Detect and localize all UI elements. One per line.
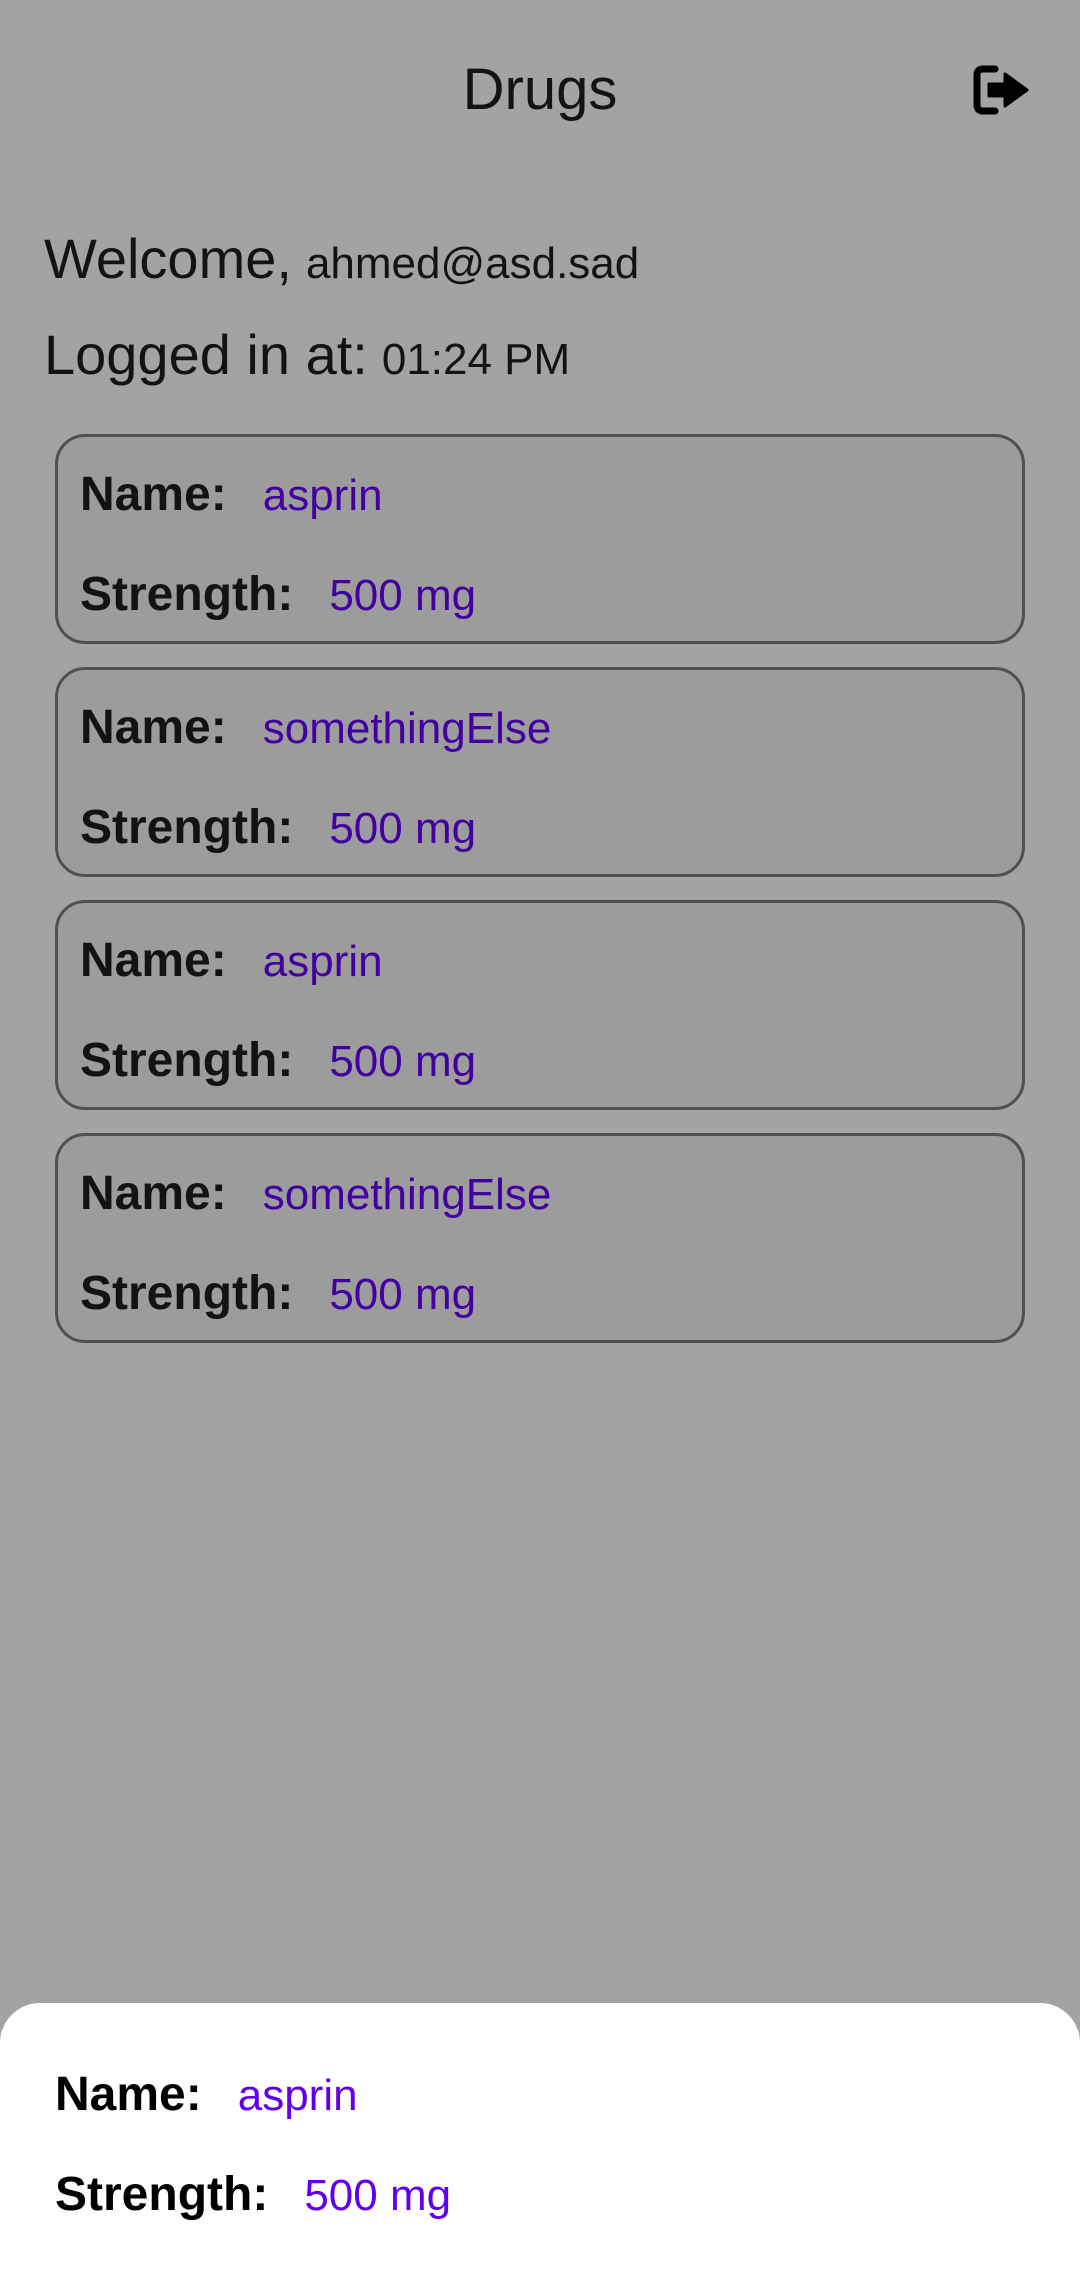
sheet-drug-name: asprin <box>237 2071 358 2120</box>
sheet-name-row: Name: asprin <box>55 2067 358 2122</box>
sheet-strength-row: Strength: 500 mg <box>55 2167 451 2222</box>
strength-label: Strength: <box>55 2168 269 2221</box>
name-label: Name: <box>55 2068 202 2121</box>
sheet-drug-strength: 500 mg <box>304 2171 452 2220</box>
modal-scrim[interactable] <box>0 0 1080 2280</box>
drug-detail-bottom-sheet: Name: asprin Strength: 500 mg <box>0 2003 1080 2280</box>
